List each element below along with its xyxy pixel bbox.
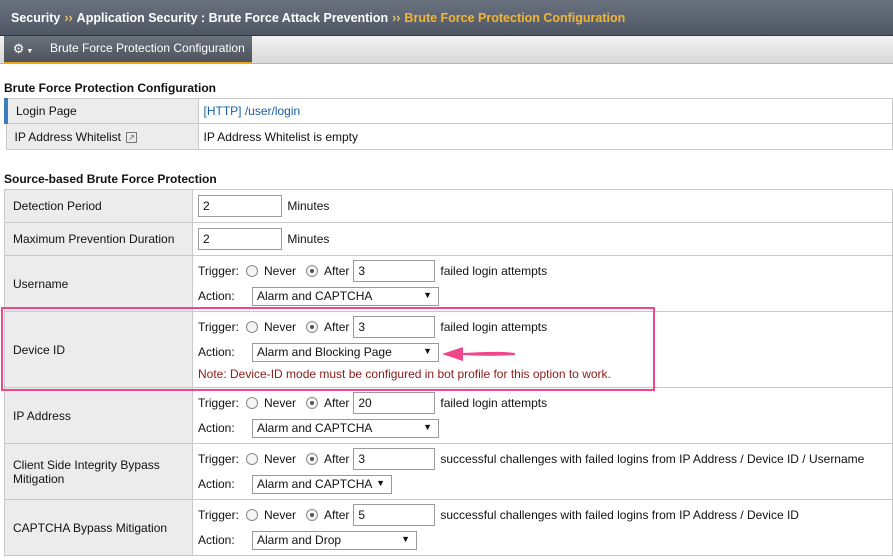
captcha-bypass-label: CAPTCHA Bypass Mitigation bbox=[4, 499, 193, 556]
ip-whitelist-value: IP Address Whitelist is empty bbox=[197, 123, 893, 150]
gear-icon: ⚙ bbox=[12, 41, 25, 56]
top-bar: Security ›› Application Security : Brute F… bbox=[0, 0, 893, 36]
username-after-radio[interactable] bbox=[306, 265, 319, 277]
detection-period-input[interactable] bbox=[198, 195, 282, 217]
never-label: Never bbox=[264, 508, 297, 522]
captcha-bypass-never-radio[interactable] bbox=[246, 509, 258, 521]
ip-address-label: IP Address bbox=[4, 387, 193, 444]
breadcrumb-security[interactable]: Security bbox=[11, 11, 60, 25]
trigger-label: Trigger: bbox=[198, 508, 239, 522]
ip-address-cell: Trigger: Never After failed login attemp… bbox=[192, 387, 893, 444]
username-count-input[interactable] bbox=[353, 260, 436, 282]
after-label: After bbox=[324, 452, 350, 466]
device-id-action-select[interactable]: Alarm and Blocking Page ▼ bbox=[252, 342, 439, 362]
tab-bar: ⚙ ▼ Brute Force Protection Configuration bbox=[0, 36, 893, 64]
chevron-down-icon: ▼ bbox=[26, 48, 34, 55]
device-id-label: Device ID bbox=[4, 311, 193, 388]
breadcrumb-brute-force[interactable]: Application Security : Brute Force Attac… bbox=[77, 11, 388, 25]
action-label: Action: bbox=[198, 477, 235, 491]
trigger-label: Trigger: bbox=[198, 396, 239, 410]
after-label: After bbox=[324, 264, 350, 278]
client-side-suffix: successful challenges with failed logins… bbox=[440, 452, 865, 466]
after-label: After bbox=[324, 508, 350, 522]
device-id-after-radio[interactable] bbox=[306, 321, 319, 333]
captcha-bypass-suffix: successful challenges with failed logins… bbox=[440, 508, 799, 522]
ip-address-after-radio[interactable] bbox=[306, 397, 319, 409]
login-page-value-cell: [HTTP] /user/login bbox=[197, 98, 893, 124]
action-label: Action: bbox=[198, 533, 235, 547]
ip-address-action-select[interactable]: Alarm and CAPTCHA ▼ bbox=[252, 418, 439, 438]
dropdown-arrow-icon: ▼ bbox=[423, 289, 432, 300]
breadcrumb-current: Brute Force Protection Configuration bbox=[404, 11, 626, 25]
after-label: After bbox=[324, 320, 350, 334]
breadcrumb-separator: ›› bbox=[64, 11, 73, 25]
action-label: Action: bbox=[198, 345, 235, 359]
dropdown-arrow-icon: ▼ bbox=[423, 345, 432, 356]
ip-address-action-value: Alarm and CAPTCHA bbox=[257, 421, 373, 435]
dropdown-arrow-icon: ▼ bbox=[423, 421, 432, 432]
section-title-source: Source-based Brute Force Protection bbox=[4, 172, 217, 186]
device-id-action-value: Alarm and Blocking Page bbox=[257, 345, 392, 359]
dropdown-arrow-icon: ▼ bbox=[376, 477, 385, 488]
client-side-action-select[interactable]: Alarm and CAPTCHA ▼ bbox=[252, 474, 392, 494]
captcha-bypass-count-input[interactable] bbox=[353, 504, 436, 526]
section-title-config: Brute Force Protection Configuration bbox=[4, 81, 217, 95]
ip-whitelist-label-cell: IP Address Whitelist ↗ bbox=[5, 123, 199, 150]
username-action-select[interactable]: Alarm and CAPTCHA ▼ bbox=[252, 286, 439, 306]
trigger-label: Trigger: bbox=[198, 320, 239, 334]
device-id-count-input[interactable] bbox=[353, 316, 436, 338]
username-label: Username bbox=[4, 255, 193, 312]
config-table: Login Page [HTTP] /user/login IP Address… bbox=[4, 98, 893, 150]
max-prevention-input[interactable] bbox=[198, 228, 282, 250]
client-side-never-radio[interactable] bbox=[246, 453, 258, 465]
gear-menu-button[interactable]: ⚙ ▼ bbox=[4, 36, 42, 64]
never-label: Never bbox=[264, 320, 297, 334]
device-id-suffix: failed login attempts bbox=[440, 320, 548, 334]
never-label: Never bbox=[264, 396, 297, 410]
detection-period-label: Detection Period bbox=[4, 189, 193, 223]
dropdown-arrow-icon: ▼ bbox=[401, 533, 410, 544]
username-action-value: Alarm and CAPTCHA bbox=[257, 289, 373, 303]
captcha-bypass-after-radio[interactable] bbox=[306, 509, 319, 521]
detection-period-unit: Minutes bbox=[287, 199, 330, 213]
captcha-bypass-cell: Trigger: Never After successful challeng… bbox=[192, 499, 893, 556]
action-label: Action: bbox=[198, 289, 235, 303]
client-side-label: Client Side Integrity Bypass Mitigation bbox=[4, 443, 193, 500]
username-suffix: failed login attempts bbox=[440, 264, 548, 278]
max-prevention-cell: Minutes bbox=[192, 222, 893, 256]
detection-period-cell: Minutes bbox=[192, 189, 893, 223]
login-page-label: Login Page bbox=[4, 98, 199, 124]
after-label: After bbox=[324, 396, 350, 410]
ip-whitelist-label: IP Address Whitelist bbox=[14, 129, 122, 144]
captcha-bypass-action-select[interactable]: Alarm and Drop ▼ bbox=[252, 530, 417, 550]
client-side-action-value: Alarm and CAPTCHA bbox=[257, 477, 373, 491]
trigger-label: Trigger: bbox=[198, 452, 239, 466]
breadcrumb-separator: ›› bbox=[392, 11, 401, 25]
ip-address-count-input[interactable] bbox=[353, 392, 436, 414]
external-link-icon[interactable]: ↗ bbox=[126, 131, 137, 143]
source-table: Detection Period Minutes Maximum Prevent… bbox=[4, 189, 893, 556]
trigger-label: Trigger: bbox=[198, 264, 239, 278]
never-label: Never bbox=[264, 264, 297, 278]
pointer-arrow-icon bbox=[442, 347, 515, 361]
client-side-cell: Trigger: Never After successful challeng… bbox=[192, 443, 893, 500]
device-id-note: Note: Device-ID mode must be configured … bbox=[198, 366, 611, 381]
breadcrumb: Security ›› Application Security : Brute F… bbox=[11, 11, 625, 25]
ip-address-never-radio[interactable] bbox=[246, 397, 258, 409]
client-side-count-input[interactable] bbox=[353, 448, 436, 470]
tab-brute-force-config[interactable]: Brute Force Protection Configuration bbox=[42, 36, 252, 64]
captcha-bypass-action-value: Alarm and Drop bbox=[257, 533, 342, 547]
action-label: Action: bbox=[198, 421, 235, 435]
client-side-after-radio[interactable] bbox=[306, 453, 319, 465]
device-id-cell: Trigger: Never After failed login attemp… bbox=[192, 311, 893, 388]
username-never-radio[interactable] bbox=[246, 265, 258, 277]
never-label: Never bbox=[264, 452, 297, 466]
device-id-never-radio[interactable] bbox=[246, 321, 258, 333]
username-cell: Trigger: Never After failed login attemp… bbox=[192, 255, 893, 312]
login-page-link[interactable]: [HTTP] /user/login bbox=[204, 104, 301, 118]
ip-address-suffix: failed login attempts bbox=[440, 396, 548, 410]
max-prevention-label: Maximum Prevention Duration bbox=[4, 222, 193, 256]
max-prevention-unit: Minutes bbox=[287, 232, 330, 246]
